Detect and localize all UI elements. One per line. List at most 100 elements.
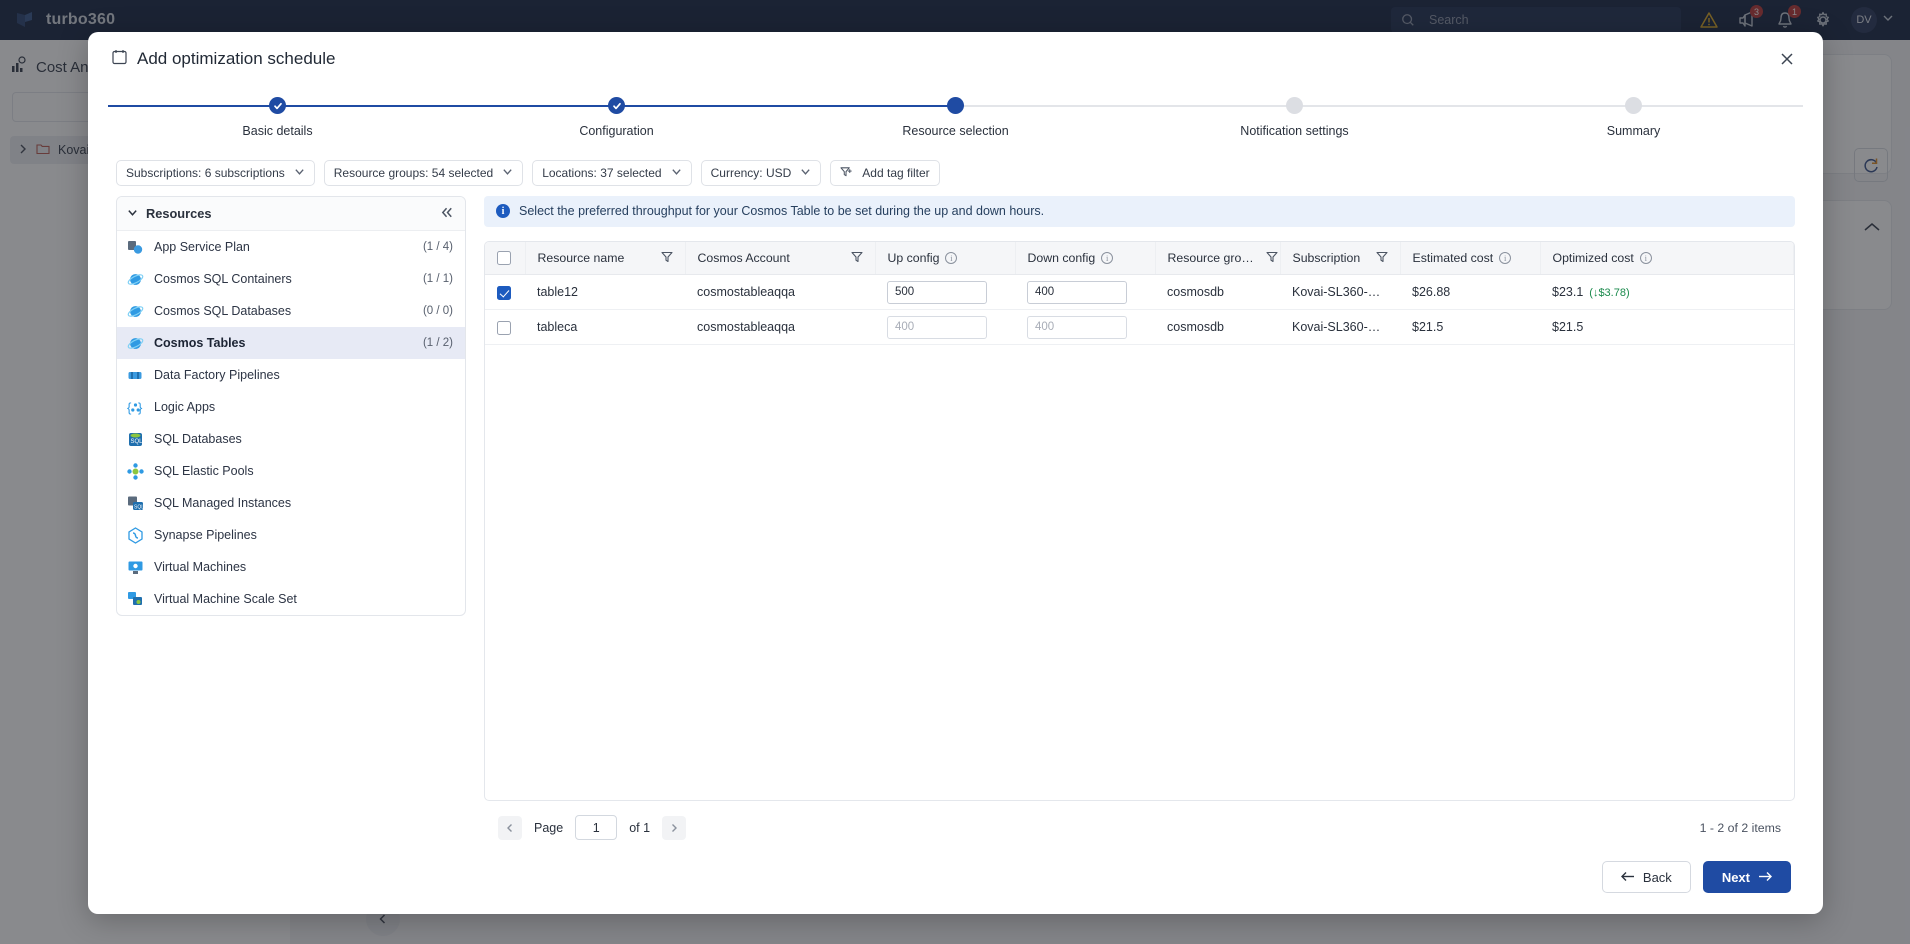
up-config-input[interactable]	[887, 280, 987, 304]
resource-type-cosmos-sql-containers[interactable]: Cosmos SQL Containers (1 / 1)	[117, 263, 465, 295]
dialog-body: Resources App Service Plan (1 / 4) Cosmo…	[88, 196, 1823, 840]
page-number-input[interactable]	[575, 815, 618, 840]
column-filter-icon[interactable]	[1375, 251, 1388, 266]
page-label: Page	[534, 820, 564, 835]
resource-type-logic-apps[interactable]: {} Logic Apps	[117, 391, 465, 423]
filter-chip-0[interactable]: Subscriptions: 6 subscriptions	[116, 160, 315, 186]
resource-grid-container: Resource name Cosmos Account Up config i…	[484, 240, 1795, 801]
grid-header-row: Resource name Cosmos Account Up config i…	[485, 241, 1794, 276]
resources-panel: Resources App Service Plan (1 / 4) Cosmo…	[116, 196, 466, 616]
filter-chip-label: Add tag filter	[862, 166, 930, 180]
resource-type-virtual-machine-scale-set[interactable]: Virtual Machine Scale Set	[117, 583, 465, 615]
filter-chip-label: Resource groups: 54 selected	[333, 166, 494, 180]
grid-header-label: Down config	[1027, 251, 1096, 266]
resource-type-data-factory-pipelines[interactable]: Data Factory Pipelines	[117, 359, 465, 391]
calendar-icon	[112, 49, 127, 70]
grid-header-cell: Resource gro…	[1155, 241, 1281, 276]
svg-text:{: {	[127, 400, 132, 415]
stepper-step-3[interactable]: Notification settings	[1125, 86, 1464, 152]
chevron-down-icon[interactable]	[127, 206, 138, 221]
grid-header-label: Resource name	[537, 251, 625, 266]
dialog-title-text: Add optimization schedule	[137, 49, 336, 68]
chevron-down-icon	[671, 166, 682, 180]
app-service-plan-icon	[127, 239, 144, 256]
cell-up-config	[875, 274, 1015, 311]
cell-resource-name: table12	[525, 274, 685, 311]
stepper-step-2[interactable]: Resource selection	[786, 86, 1125, 152]
table-row[interactable]: tableca cosmostableaqqa cosmosdb Kovai-S…	[485, 309, 1794, 346]
resource-type-label: Virtual Machine Scale Set	[154, 592, 297, 606]
column-filter-icon[interactable]	[660, 251, 673, 266]
table-row[interactable]: table12 cosmostableaqqa cosmosdb Kovai-S…	[485, 274, 1794, 311]
resource-type-app-service-plan[interactable]: App Service Plan (1 / 4)	[117, 231, 465, 263]
resource-type-synapse-pipelines[interactable]: Synapse Pipelines	[117, 519, 465, 551]
sql-elastic-pool-icon	[127, 462, 144, 480]
resource-type-count: (0 / 0)	[422, 305, 453, 317]
row-checkbox[interactable]	[497, 320, 511, 335]
grid-header-cell: Resource name	[525, 241, 686, 276]
grid-panel: i Select the preferred throughput for yo…	[484, 196, 1795, 840]
optimized-cost-value: $21.5	[1552, 320, 1584, 335]
virtual-machine-icon	[127, 559, 144, 576]
down-config-input[interactable]	[1027, 280, 1127, 304]
filter-chip-label: Subscriptions: 6 subscriptions	[126, 166, 285, 180]
info-icon[interactable]: i	[1639, 252, 1652, 265]
svg-text:}: }	[138, 400, 143, 415]
filter-chip-2[interactable]: Locations: 37 selected	[532, 160, 692, 186]
logic-apps-icon: {}	[127, 399, 144, 416]
cell-estimated-cost: $26.88	[1400, 274, 1540, 311]
grid-header-label: Cosmos Account	[697, 251, 790, 266]
resource-type-label: Logic Apps	[154, 400, 216, 414]
optimized-cost-value: $23.1	[1552, 285, 1584, 300]
stepper-label: Notification settings	[1240, 124, 1349, 138]
row-select-cell	[485, 309, 525, 346]
stepper-step-0[interactable]: Basic details	[108, 86, 447, 152]
resource-type-cosmos-sql-databases[interactable]: Cosmos SQL Databases (0 / 0)	[117, 295, 465, 327]
stepper-step-4[interactable]: Summary	[1464, 86, 1803, 152]
grid-body: table12 cosmostableaqqa cosmosdb Kovai-S…	[485, 274, 1794, 346]
resource-type-sql-elastic-pools[interactable]: SQL Elastic Pools	[117, 455, 465, 487]
up-config-input[interactable]	[887, 315, 987, 339]
cell-resource-group: cosmosdb	[1155, 274, 1280, 311]
select-all-checkbox[interactable]	[497, 251, 511, 266]
cell-optimized-cost: $23.1 (↓$3.78)	[1540, 274, 1794, 311]
cell-subscription: Kovai-SL360-AD-…	[1280, 309, 1400, 346]
info-banner-text: Select the preferred throughput for your…	[519, 204, 1045, 219]
filter-chip-3[interactable]: Currency: USD	[700, 160, 822, 186]
close-icon[interactable]	[1773, 45, 1801, 73]
stepper-label: Summary	[1606, 124, 1661, 138]
row-checkbox[interactable]	[497, 285, 511, 300]
arrow-left-icon	[1620, 870, 1635, 885]
add-optimization-schedule-dialog: Add optimization schedule Basic details …	[88, 32, 1823, 914]
previous-page-button[interactable]	[498, 815, 522, 840]
resource-type-label: SQL Managed Instances	[154, 496, 292, 510]
resource-type-label: Cosmos Tables	[154, 336, 246, 350]
down-config-input[interactable]	[1027, 315, 1127, 339]
stepper-step-1[interactable]: Configuration	[447, 86, 786, 152]
cell-down-config	[1015, 274, 1155, 311]
resource-type-cosmos-tables[interactable]: Cosmos Tables (1 / 2)	[117, 327, 465, 359]
filter-chip-1[interactable]: Resource groups: 54 selected	[323, 160, 524, 186]
chevron-down-icon	[502, 166, 513, 180]
next-button[interactable]: Next	[1702, 861, 1791, 893]
resource-type-virtual-machines[interactable]: Virtual Machines	[117, 551, 465, 583]
info-icon[interactable]: i	[1101, 252, 1114, 265]
resource-type-label: Virtual Machines	[154, 560, 247, 574]
dialog-title: Add optimization schedule	[112, 49, 335, 70]
column-filter-icon[interactable]	[850, 251, 863, 266]
info-icon[interactable]: i	[1499, 252, 1512, 265]
data-factory-icon	[127, 367, 144, 384]
info-icon[interactable]: i	[945, 252, 958, 265]
back-button[interactable]: Back	[1601, 861, 1691, 893]
resource-type-sql-managed-instances[interactable]: SQL SQL Managed Instances	[117, 487, 465, 519]
filter-chip-4[interactable]: Add tag filter	[830, 160, 940, 186]
resource-type-sql-databases[interactable]: SQL SQL Databases	[117, 423, 465, 455]
wizard-stepper: Basic details Configuration Resource sel…	[108, 86, 1803, 152]
pagination: Page of 1 1 - 2 of 2 items	[484, 801, 1795, 840]
stepper-dot-3	[1286, 97, 1303, 114]
next-page-button[interactable]	[662, 815, 687, 840]
stepper-label: Configuration	[579, 124, 654, 138]
cell-resource-name: tableca	[525, 309, 685, 346]
double-chevron-left-icon[interactable]	[440, 206, 455, 222]
column-filter-icon[interactable]	[1266, 251, 1278, 266]
